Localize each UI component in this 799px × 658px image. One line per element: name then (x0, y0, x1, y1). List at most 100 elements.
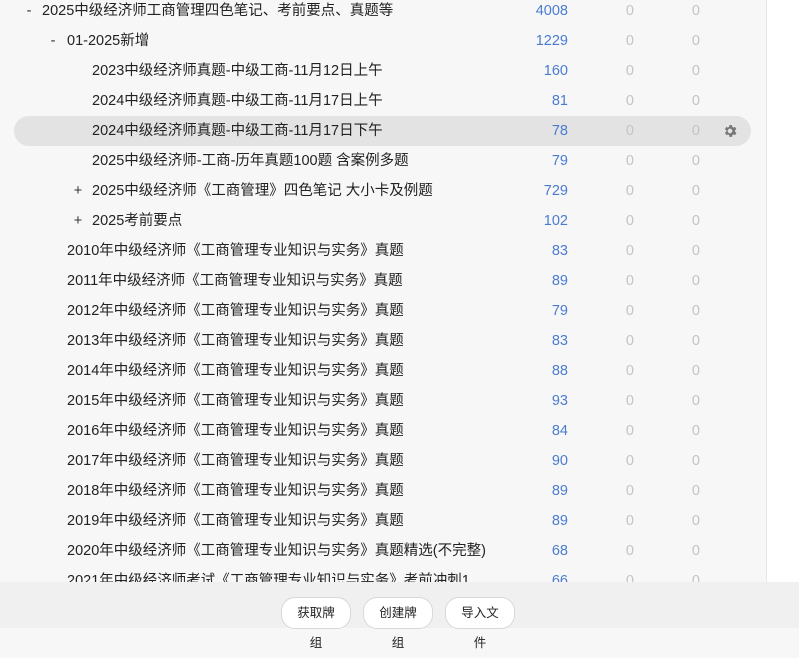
deck-name[interactable]: 2013年中级经济师《工商管理专业知识与实务》真题 (67, 326, 404, 356)
new-count: 79 (551, 303, 568, 319)
expand-toggle[interactable]: + (72, 206, 84, 236)
due-count: 0 (691, 93, 700, 109)
new-count: 81 (551, 93, 568, 109)
due-count: 0 (691, 303, 700, 319)
deck-row[interactable]: -2025中级经济师工商管理四色笔记、考前要点、真题等 4008 0 0 (14, 0, 751, 26)
learn-count: 0 (625, 243, 634, 259)
learn-count: 0 (625, 183, 634, 199)
deck-name[interactable]: 01-2025新增 (67, 26, 149, 56)
learn-count: 0 (625, 453, 634, 469)
learn-count: 0 (625, 333, 634, 349)
deck-name[interactable]: 2017年中级经济师《工商管理专业知识与实务》真题 (67, 446, 404, 476)
due-count: 0 (691, 3, 700, 19)
new-count: 90 (551, 453, 568, 469)
new-count: 729 (543, 183, 568, 199)
due-count: 0 (691, 123, 700, 139)
new-count: 93 (551, 393, 568, 409)
deck-name[interactable]: 2025中级经济师-工商-历年真题100题 含案例多题 (92, 146, 409, 176)
deck-name[interactable]: 2011年中级经济师《工商管理专业知识与实务》真题 (67, 266, 403, 296)
learn-count: 0 (625, 483, 634, 499)
new-count: 83 (551, 243, 568, 259)
bottom-toolbar: 获取牌组 创建牌组 导入文件 (0, 582, 799, 650)
create-deck-button[interactable]: 创建牌组 (363, 597, 433, 650)
deck-row[interactable]: 2025中级经济师-工商-历年真题100题 含案例多题 79 0 0 (14, 146, 751, 176)
due-count: 0 (691, 363, 700, 379)
learn-count: 0 (625, 93, 634, 109)
deck-row[interactable]: 2013年中级经济师《工商管理专业知识与实务》真题 83 0 0 (14, 326, 751, 356)
due-count: 0 (691, 543, 700, 559)
deck-row[interactable]: 2011年中级经济师《工商管理专业知识与实务》真题 89 0 0 (14, 266, 751, 296)
collapse-toggle[interactable]: - (47, 26, 59, 56)
deck-row[interactable]: 2024中级经济师真题-中级工商-11月17日上午 81 0 0 (14, 86, 751, 116)
due-count: 0 (691, 213, 700, 229)
new-count: 89 (551, 483, 568, 499)
deck-name[interactable]: 2010年中级经济师《工商管理专业知识与实务》真题 (67, 236, 404, 266)
deck-name[interactable]: 2019年中级经济师《工商管理专业知识与实务》真题 (67, 506, 404, 536)
deck-row[interactable]: 2018年中级经济师《工商管理专业知识与实务》真题 89 0 0 (14, 476, 751, 506)
scrollbar-track[interactable] (766, 0, 799, 582)
deck-name[interactable]: 2025考前要点 (92, 206, 182, 236)
deck-row[interactable]: 2019年中级经济师《工商管理专业知识与实务》真题 89 0 0 (14, 506, 751, 536)
deck-name[interactable]: 2018年中级经济师《工商管理专业知识与实务》真题 (67, 476, 404, 506)
new-count: 102 (543, 213, 568, 229)
learn-count: 0 (625, 423, 634, 439)
due-count: 0 (691, 453, 700, 469)
deck-row[interactable]: 2023中级经济师真题-中级工商-11月12日上午 160 0 0 (14, 56, 751, 86)
new-count: 84 (551, 423, 568, 439)
due-count: 0 (691, 63, 700, 79)
deck-name[interactable]: 2024中级经济师真题-中级工商-11月17日下午 (92, 116, 383, 146)
due-count: 0 (691, 423, 700, 439)
learn-count: 0 (625, 123, 634, 139)
deck-name[interactable]: 2025中级经济师《工商管理》四色笔记 大小卡及例题 (92, 176, 433, 206)
new-count: 79 (551, 153, 568, 169)
due-count: 0 (691, 273, 700, 289)
deck-row[interactable]: 2024中级经济师真题-中级工商-11月17日下午 78 0 0 (14, 116, 751, 146)
gear-icon[interactable] (722, 123, 738, 139)
deck-row[interactable]: -01-2025新增 1229 0 0 (14, 26, 751, 56)
learn-count: 0 (625, 573, 634, 582)
new-count: 4008 (535, 3, 568, 19)
new-count: 89 (551, 273, 568, 289)
deck-name[interactable]: 2014年中级经济师《工商管理专业知识与实务》真题 (67, 356, 404, 386)
deck-row[interactable]: 2010年中级经济师《工商管理专业知识与实务》真题 83 0 0 (14, 236, 751, 266)
collapse-toggle[interactable]: - (23, 0, 35, 26)
deck-name[interactable]: 2021年中级经济师考试《工商管理专业知识与实务》考前冲刺1 (67, 566, 470, 582)
deck-row[interactable]: 2015年中级经济师《工商管理专业知识与实务》真题 93 0 0 (14, 386, 751, 416)
deck-list: -2025中级经济师工商管理四色笔记、考前要点、真题等 4008 0 0-01-202… (0, 0, 766, 582)
expand-toggle[interactable]: + (72, 176, 84, 206)
deck-name[interactable]: 2016年中级经济师《工商管理专业知识与实务》真题 (67, 416, 404, 446)
learn-count: 0 (625, 213, 634, 229)
deck-row[interactable]: +2025中级经济师《工商管理》四色笔记 大小卡及例题 729 0 0 (14, 176, 751, 206)
deck-name[interactable]: 2025中级经济师工商管理四色笔记、考前要点、真题等 (42, 0, 393, 26)
deck-row[interactable]: 2012年中级经济师《工商管理专业知识与实务》真题 79 0 0 (14, 296, 751, 326)
deck-row[interactable]: +2025考前要点 102 0 0 (14, 206, 751, 236)
deck-name[interactable]: 2020年中级经济师《工商管理专业知识与实务》真题精选(不完整) (67, 536, 486, 566)
deck-name[interactable]: 2015年中级经济师《工商管理专业知识与实务》真题 (67, 386, 404, 416)
learn-count: 0 (625, 3, 634, 19)
learn-count: 0 (625, 303, 634, 319)
new-count: 89 (551, 513, 568, 529)
deck-row[interactable]: 2020年中级经济师《工商管理专业知识与实务》真题精选(不完整) 68 0 0 (14, 536, 751, 566)
learn-count: 0 (625, 153, 634, 169)
import-file-button[interactable]: 导入文件 (445, 597, 515, 650)
new-count: 66 (551, 573, 568, 582)
new-count: 88 (551, 363, 568, 379)
deck-row[interactable]: 2016年中级经济师《工商管理专业知识与实务》真题 84 0 0 (14, 416, 751, 446)
deck-name[interactable]: 2023中级经济师真题-中级工商-11月12日上午 (92, 56, 383, 86)
due-count: 0 (691, 513, 700, 529)
learn-count: 0 (625, 363, 634, 379)
learn-count: 0 (625, 63, 634, 79)
due-count: 0 (691, 333, 700, 349)
due-count: 0 (691, 243, 700, 259)
new-count: 68 (551, 543, 568, 559)
deck-name[interactable]: 2024中级经济师真题-中级工商-11月17日上午 (92, 86, 383, 116)
deck-row[interactable]: 2014年中级经济师《工商管理专业知识与实务》真题 88 0 0 (14, 356, 751, 386)
get-shared-decks-button[interactable]: 获取牌组 (281, 597, 351, 650)
deck-row[interactable]: 2017年中级经济师《工商管理专业知识与实务》真题 90 0 0 (14, 446, 751, 476)
due-count: 0 (691, 483, 700, 499)
new-count: 160 (543, 63, 568, 79)
deck-row[interactable]: 2021年中级经济师考试《工商管理专业知识与实务》考前冲刺1 66 0 0 (14, 566, 751, 582)
deck-name[interactable]: 2012年中级经济师《工商管理专业知识与实务》真题 (67, 296, 404, 326)
due-count: 0 (691, 573, 700, 582)
due-count: 0 (691, 153, 700, 169)
